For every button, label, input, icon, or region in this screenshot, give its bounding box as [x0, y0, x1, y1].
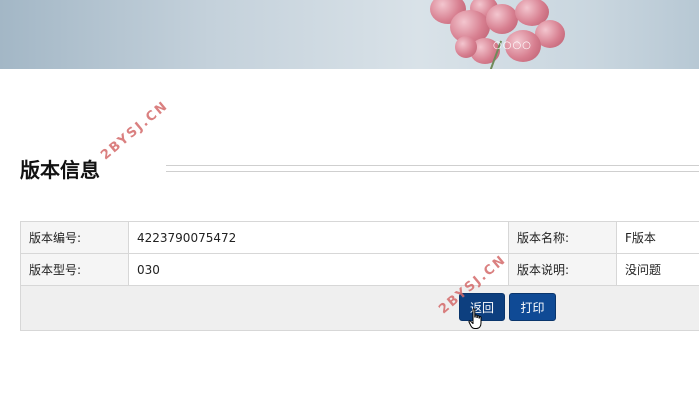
- watermark: 2BYSJ.CN: [98, 98, 172, 164]
- version-number-label: 版本编号:: [20, 221, 129, 254]
- title-divider: [166, 165, 699, 172]
- version-model-value: 030: [128, 253, 509, 286]
- banner-berry: [455, 36, 477, 58]
- version-number-value: 4223790075472: [128, 221, 509, 254]
- header-banner: ○○○○: [0, 0, 699, 69]
- version-name-label: 版本名称:: [508, 221, 617, 254]
- table-row: 版本编号: 4223790075472 版本名称: F版本: [20, 221, 699, 254]
- carousel-indicator[interactable]: ○○○○: [493, 40, 532, 51]
- version-desc-label: 版本说明:: [508, 253, 617, 286]
- banner-berry: [486, 4, 518, 34]
- version-name-value: F版本: [616, 221, 699, 254]
- action-row: 返回 打印: [20, 285, 699, 331]
- page: ○○○○ 版本信息 版本编号: 4223790075472 版本名称: F版本 …: [0, 0, 699, 406]
- print-button[interactable]: 打印: [509, 293, 556, 321]
- version-details-table: 版本编号: 4223790075472 版本名称: F版本 版本型号: 030 …: [20, 221, 699, 331]
- version-desc-value: 没问题: [616, 253, 699, 286]
- table-row: 版本型号: 030 版本说明: 没问题: [20, 253, 699, 286]
- hand-cursor-icon: [468, 308, 482, 329]
- action-buttons: 返回 打印: [22, 287, 699, 330]
- version-model-label: 版本型号:: [20, 253, 129, 286]
- page-title: 版本信息: [20, 158, 100, 182]
- action-cell: 返回 打印: [20, 285, 699, 331]
